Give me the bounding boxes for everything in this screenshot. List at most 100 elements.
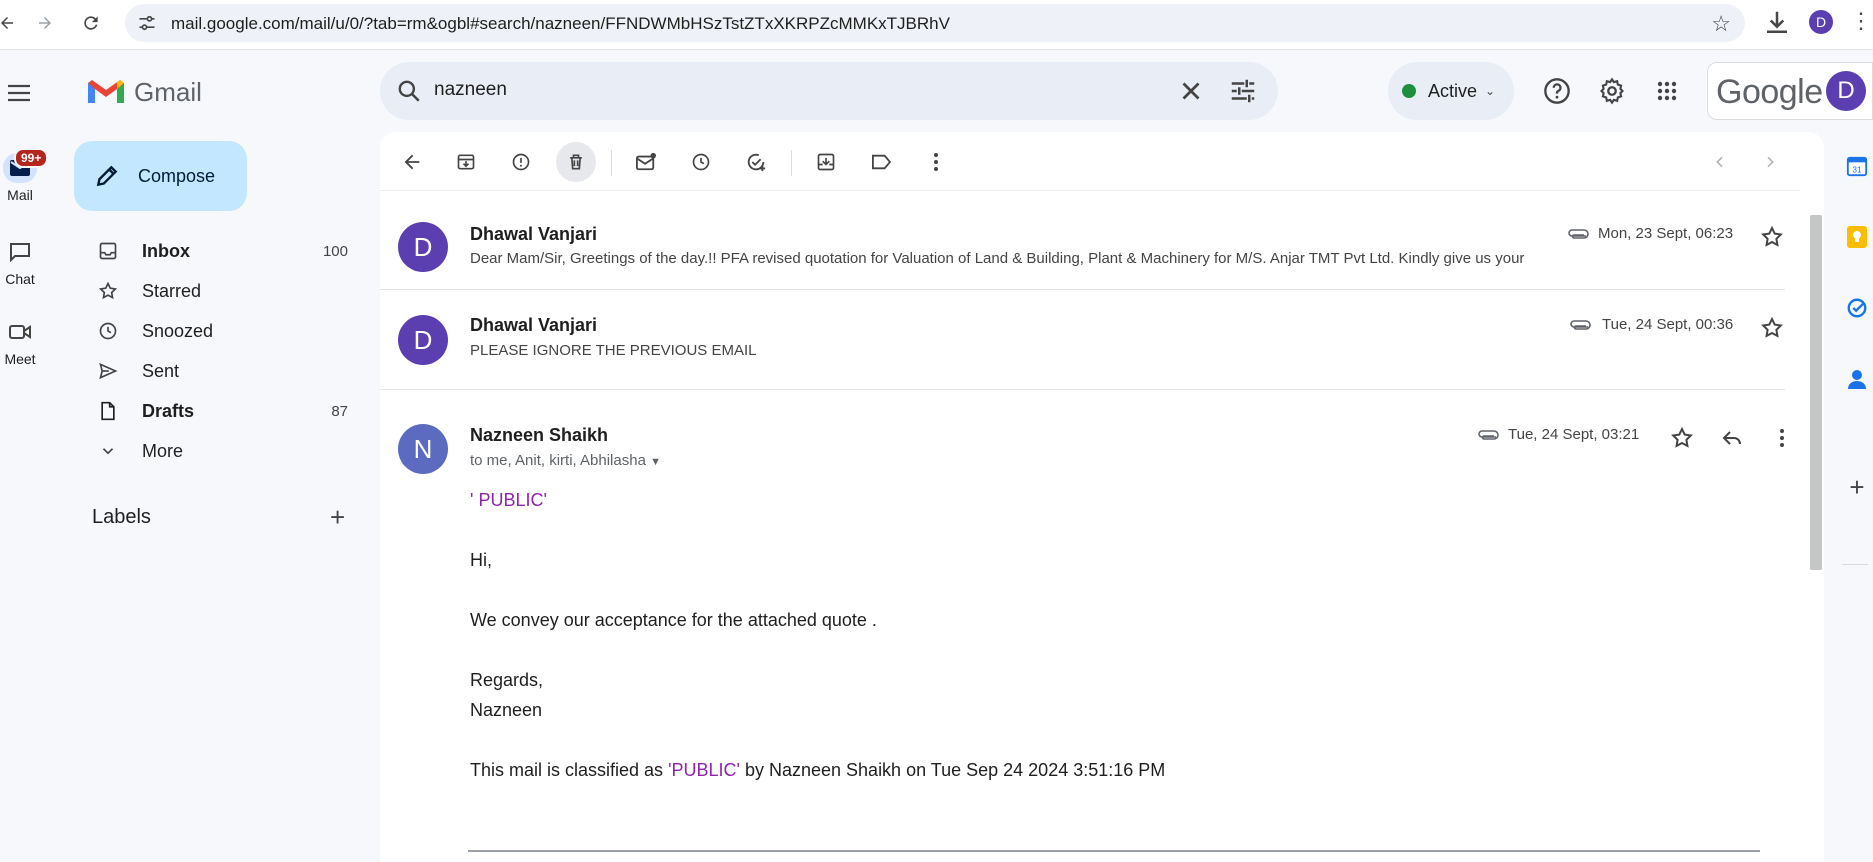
browser-toolbar: mail.google.com/mail/u/0/?tab=rm&ogbl#se… [0, 0, 1873, 50]
delete-trash-icon[interactable] [556, 142, 596, 182]
tasks-icon[interactable] [1844, 295, 1870, 321]
sender-name[interactable]: Dhawal Vanjari [470, 315, 597, 336]
rail-item-chat[interactable]: Chat [0, 237, 40, 287]
classification-footer: This mail is classified as 'PUBLIC' by N… [470, 760, 1165, 781]
inbox-count: 100 [322, 242, 348, 260]
recipients-summary[interactable]: to me, Anit, kirti, Abhilasha ▼ [470, 452, 661, 469]
search-icon[interactable] [396, 78, 422, 104]
gmail-logo[interactable]: Gmail [86, 74, 216, 110]
sender-avatar: D [398, 315, 448, 365]
google-account-button[interactable]: Google D [1707, 62, 1873, 120]
unread-badge: 99+ [14, 148, 49, 168]
browser-menu-icon[interactable]: ⋮ [1850, 8, 1872, 34]
compose-button[interactable]: Compose [74, 141, 247, 211]
clear-search-icon[interactable] [1176, 76, 1206, 106]
help-icon[interactable] [1542, 76, 1572, 106]
message-snippet: Dear Mam/Sir, Greetings of the day.!! PF… [470, 250, 1525, 267]
star-icon[interactable] [1670, 426, 1694, 450]
search-options-icon[interactable] [1228, 76, 1258, 106]
download-icon[interactable] [1762, 8, 1792, 38]
message-date[interactable]: Tue, 24 Sept, 03:21 [1508, 426, 1639, 443]
forward-arrow-icon[interactable] [30, 8, 60, 38]
status-selector[interactable]: Active ⌄ [1388, 62, 1514, 120]
contacts-icon[interactable] [1844, 366, 1870, 392]
collapsed-message[interactable]: D Dhawal Vanjari PLEASE IGNORE THE PREVI… [380, 290, 1785, 390]
toolbar-bottom-divider [380, 190, 1800, 191]
sidebar-item-label: More [142, 440, 184, 461]
sidebar-item-inbox[interactable]: Inbox 100 [74, 231, 364, 271]
body-divider [468, 850, 1760, 852]
rail-meet-label: Meet [4, 351, 36, 367]
attachment-clip-icon [1478, 430, 1499, 440]
address-bar[interactable]: mail.google.com/mail/u/0/?tab=rm&ogbl#se… [125, 4, 1745, 42]
more-options-icon[interactable] [916, 142, 956, 182]
message-date[interactable]: Tue, 24 Sept, 00:36 [1602, 316, 1733, 333]
svg-text:31: 31 [1852, 165, 1862, 174]
star-icon[interactable] [1760, 316, 1784, 340]
conversation-pane: D Dhawal Vanjari Dear Mam/Sir, Greetings… [380, 132, 1824, 862]
sender-name[interactable]: Dhawal Vanjari [470, 224, 597, 245]
snooze-clock-icon[interactable] [681, 142, 721, 182]
report-spam-icon[interactable] [501, 142, 541, 182]
signoff-text: Regards, [470, 670, 544, 690]
add-to-tasks-icon[interactable] [736, 142, 776, 182]
reply-icon[interactable] [1720, 426, 1744, 450]
account-avatar[interactable]: D [1826, 71, 1866, 111]
scrollbar-thumb[interactable] [1810, 215, 1822, 570]
recipients-text: to me, Anit, kirti, Abhilasha [470, 452, 646, 469]
folder-nav: Inbox 100 Starred Snoozed Sent Drafts 87… [74, 231, 364, 471]
sidebar-item-starred[interactable]: Starred [74, 271, 364, 311]
main-menu-icon[interactable] [2, 76, 36, 110]
chevron-down-icon [96, 439, 120, 463]
clock-icon [96, 319, 120, 343]
back-arrow-icon[interactable] [0, 8, 22, 38]
signature-text: Nazneen [470, 700, 543, 720]
footer-prefix: This mail is classified as [470, 760, 669, 780]
footer-tag: 'PUBLIC' [668, 760, 740, 780]
sidebar-item-more[interactable]: More [74, 431, 364, 471]
sidebar-item-sent[interactable]: Sent [74, 351, 364, 391]
footer-suffix: by Nazneen Shaikh on Tue Sep 24 2024 3:5… [739, 760, 1166, 780]
recipients-details-icon[interactable]: ▼ [650, 456, 661, 468]
settings-gear-icon[interactable] [1597, 76, 1627, 106]
status-label: Active [1428, 80, 1478, 101]
search-bar[interactable]: nazneen [380, 62, 1278, 120]
rail-item-meet[interactable]: Meet [0, 317, 40, 367]
browser-profile-avatar[interactable]: D [1809, 10, 1833, 34]
keep-notes-icon[interactable] [1844, 224, 1870, 250]
sidebar-item-label: Sent [142, 360, 180, 381]
older-conversation-icon[interactable] [1750, 142, 1790, 182]
message-more-icon[interactable] [1770, 426, 1794, 450]
gmail-m-icon [88, 80, 124, 103]
mark-unread-icon[interactable] [626, 142, 666, 182]
add-addon-icon[interactable]: + [1844, 472, 1870, 502]
status-dot [1402, 84, 1416, 98]
bookmark-star-icon[interactable]: ☆ [1711, 11, 1731, 37]
toolbar-divider [611, 150, 612, 176]
url-text[interactable]: mail.google.com/mail/u/0/?tab=rm&ogbl#se… [171, 14, 950, 34]
apps-grid-icon[interactable] [1652, 76, 1682, 106]
move-to-icon[interactable] [806, 142, 846, 182]
classification-tag: ' PUBLIC' [470, 490, 547, 510]
collapsed-message[interactable]: D Dhawal Vanjari Dear Mam/Sir, Greetings… [380, 192, 1785, 290]
back-to-search-icon[interactable] [392, 142, 432, 182]
sender-name[interactable]: Nazneen Shaikh [470, 425, 608, 446]
body-text: We convey our acceptance for the attache… [470, 610, 877, 630]
site-settings-icon[interactable] [137, 13, 157, 33]
drafts-count: 87 [331, 402, 348, 420]
sidebar-item-drafts[interactable]: Drafts 87 [74, 391, 364, 431]
search-input[interactable]: nazneen [434, 79, 507, 101]
message-date[interactable]: Mon, 23 Sept, 06:23 [1598, 225, 1733, 242]
side-panel-divider [1842, 564, 1868, 565]
archive-icon[interactable] [446, 142, 486, 182]
label-tag-icon[interactable] [861, 142, 901, 182]
sidebar-item-snoozed[interactable]: Snoozed [74, 311, 364, 351]
star-icon[interactable] [1760, 225, 1784, 249]
calendar-icon[interactable]: 31 [1844, 153, 1870, 179]
reload-icon[interactable] [76, 8, 106, 38]
newer-conversation-icon[interactable] [1700, 142, 1740, 182]
rail-chat-label: Chat [5, 271, 35, 287]
message-snippet: PLEASE IGNORE THE PREVIOUS EMAIL [470, 342, 757, 359]
chevron-down-icon: ⌄ [1485, 84, 1496, 98]
add-label-icon[interactable]: + [330, 504, 345, 530]
